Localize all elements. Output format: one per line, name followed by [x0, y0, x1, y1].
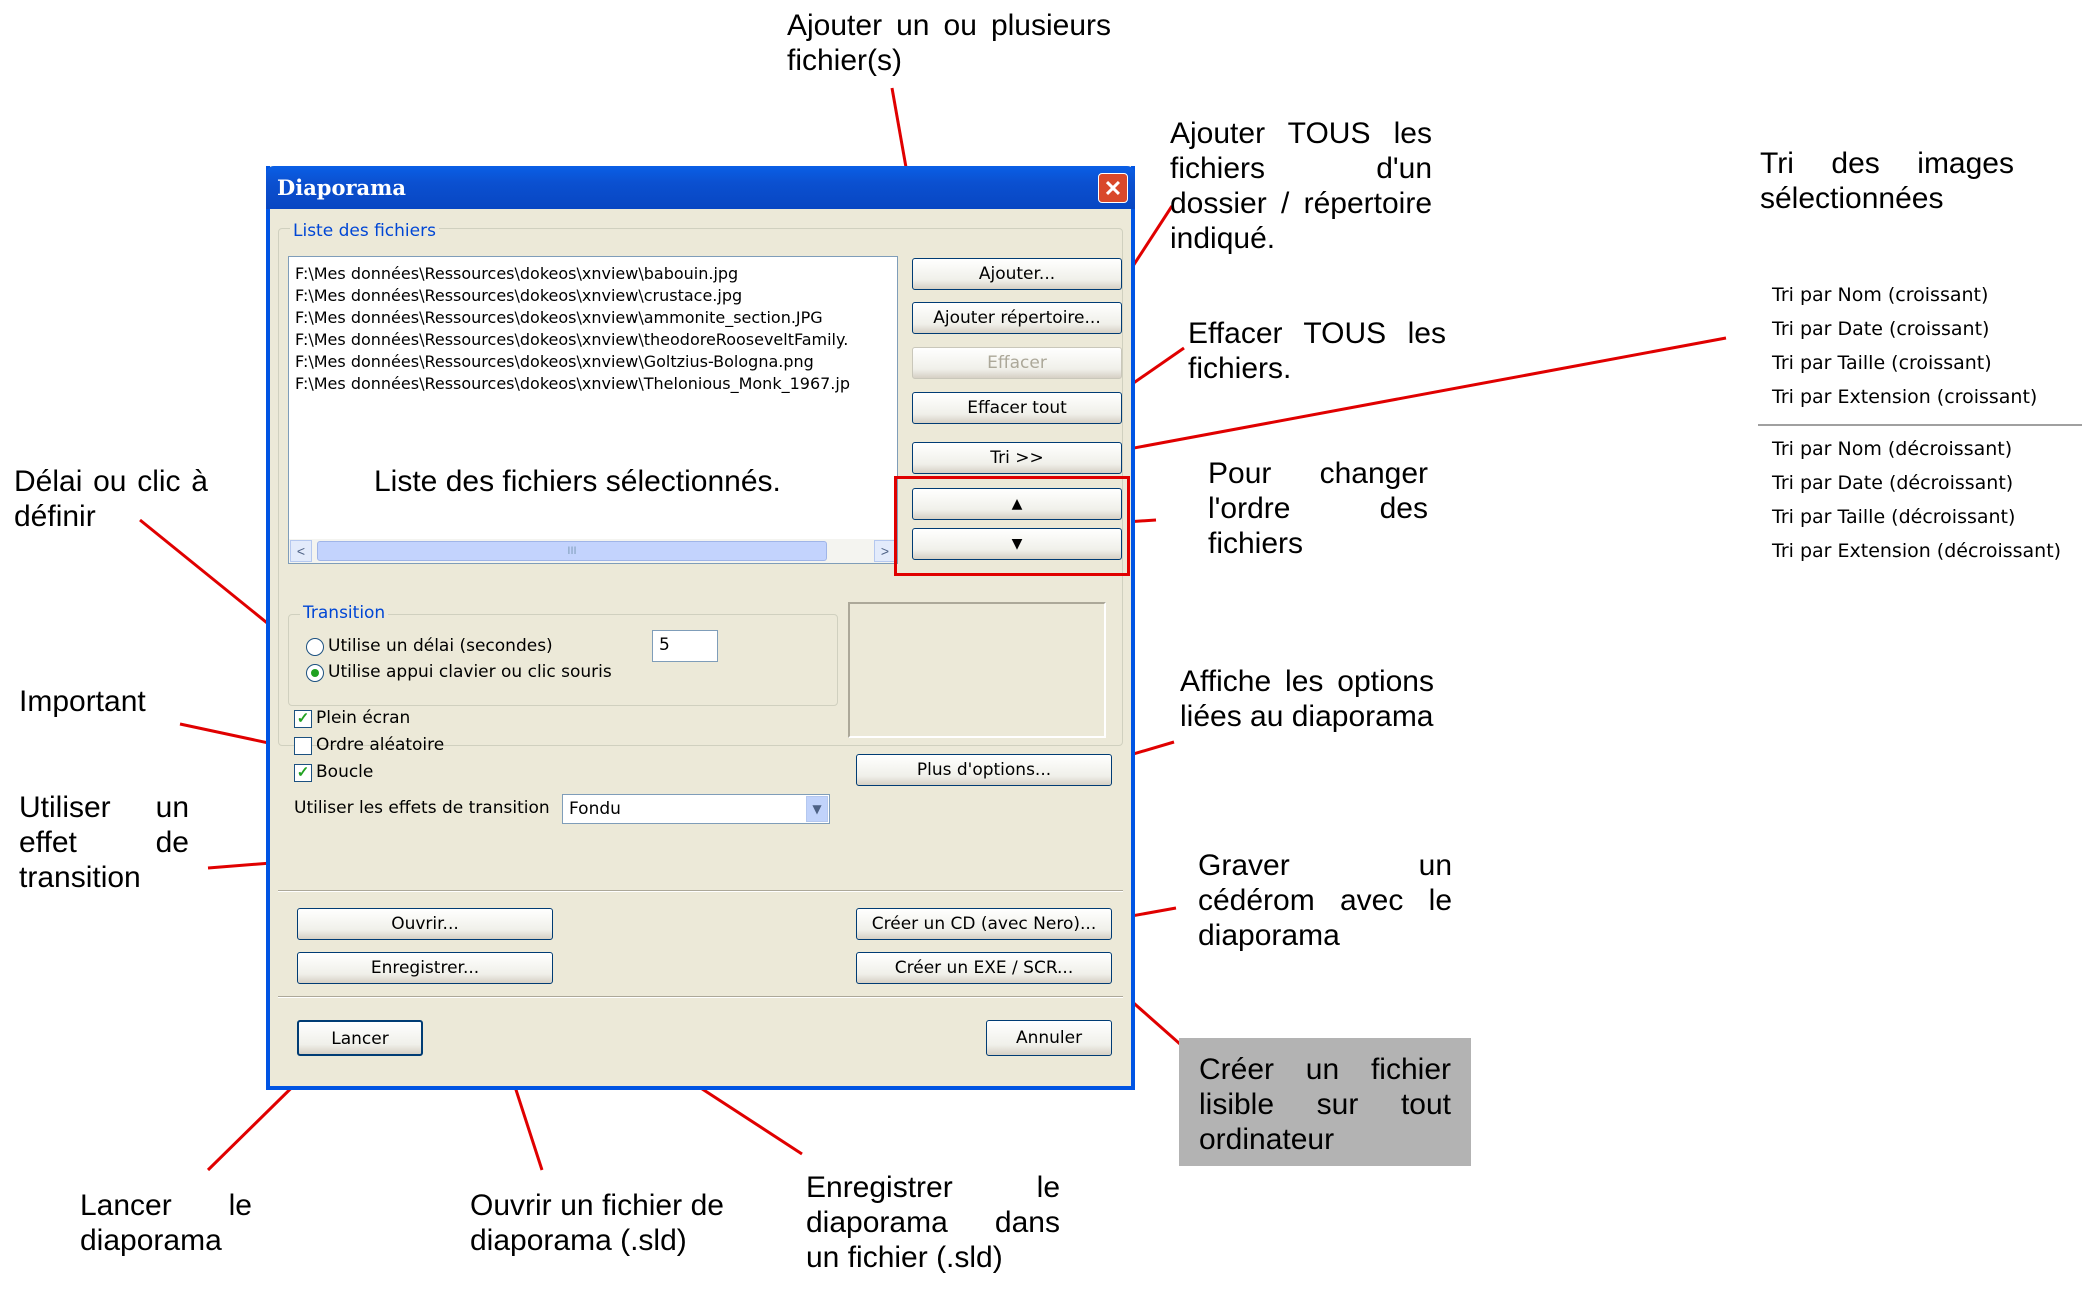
- annotation-delay: Délai ou clic à définir: [14, 465, 208, 533]
- sort-menu-item[interactable]: Tri par Date (décroissant): [1772, 472, 2013, 494]
- list-item[interactable]: F:\Mes données\Ressources\dokeos\xnview\…: [295, 329, 848, 351]
- list-item[interactable]: F:\Mes données\Ressources\dokeos\xnview\…: [295, 351, 814, 373]
- delete-button[interactable]: Effacer: [912, 347, 1122, 379]
- title-bar: Diaporama ✕: [266, 166, 1135, 209]
- add-button[interactable]: Ajouter...: [912, 258, 1122, 290]
- annotation-important: Important: [19, 685, 146, 718]
- scroll-thumb[interactable]: III: [317, 541, 827, 561]
- transition-group-label: Transition: [300, 603, 389, 623]
- annotation-effect: Utiliser un effet de transition: [19, 791, 189, 894]
- effects-select-value: Fondu: [569, 799, 621, 819]
- sort-menu-item[interactable]: Tri par Extension (croissant): [1772, 386, 2037, 408]
- files-group-label: Liste des fichiers: [290, 221, 439, 241]
- annotation-open: Ouvrir un fichier de diaporama (.sld): [470, 1189, 724, 1257]
- more-options-button[interactable]: Plus d'options...: [856, 754, 1112, 786]
- delay-radio-label: Utilise un délai (secondes): [328, 636, 553, 656]
- save-button[interactable]: Enregistrer...: [297, 952, 553, 984]
- annotation-burn: Graver un cédérom avec le diaporama: [1198, 849, 1452, 952]
- preview-panel: [848, 602, 1106, 738]
- burn-cd-button[interactable]: Créer un CD (avec Nero)...: [856, 908, 1112, 940]
- add-directory-button[interactable]: Ajouter répertoire...: [912, 302, 1122, 334]
- slideshow-dialog: Diaporama ✕ Liste des fichiers F:\Mes do…: [266, 166, 1135, 1090]
- loop-label: Boucle: [316, 762, 374, 782]
- delay-seconds-input[interactable]: 5: [652, 630, 718, 662]
- sort-button[interactable]: Tri >>: [912, 442, 1122, 474]
- key-click-radio[interactable]: [306, 664, 324, 682]
- launch-button[interactable]: Lancer: [297, 1020, 423, 1056]
- list-item[interactable]: F:\Mes données\Ressources\dokeos\xnview\…: [295, 307, 823, 329]
- sort-menu-item[interactable]: Tri par Extension (décroissant): [1772, 540, 2061, 562]
- horizontal-scrollbar[interactable]: < III >: [289, 539, 897, 563]
- open-button[interactable]: Ouvrir...: [297, 908, 553, 940]
- scroll-right-icon[interactable]: >: [874, 540, 896, 562]
- annotation-options: Affiche les options liées au diaporama: [1180, 665, 1434, 733]
- list-item[interactable]: F:\Mes données\Ressources\dokeos\xnview\…: [295, 263, 738, 285]
- annotation-exe: Créer un fichier lisible sur tout ordina…: [1179, 1038, 1471, 1166]
- key-click-radio-label: Utilise appui clavier ou clic souris: [328, 662, 612, 682]
- fullscreen-checkbox[interactable]: ✓: [294, 710, 312, 728]
- sort-menu-item[interactable]: Tri par Nom (croissant): [1772, 284, 1988, 306]
- annotation-change-order: Pour changer l'ordre des fichiers: [1208, 457, 1428, 560]
- annotation-list: Liste des fichiers sélectionnés.: [374, 465, 781, 498]
- annotation-add-one: Ajouter un ou plusieurs fichier(s): [787, 9, 1111, 77]
- sort-menu-item[interactable]: Tri par Nom (décroissant): [1772, 438, 2012, 460]
- sort-menu-item[interactable]: Tri par Date (croissant): [1772, 318, 1989, 340]
- annotation-delete-all: Effacer TOUS les fichiers.: [1188, 317, 1446, 385]
- random-order-label: Ordre aléatoire: [316, 735, 445, 755]
- fullscreen-label: Plein écran: [316, 708, 411, 728]
- sort-menu-separator: [1758, 424, 2082, 426]
- list-item[interactable]: F:\Mes données\Ressources\dokeos\xnview\…: [295, 285, 742, 307]
- order-buttons-highlight: [894, 476, 1130, 576]
- cancel-button[interactable]: Annuler: [986, 1020, 1112, 1056]
- annotation-add-all: Ajouter TOUS les fichiers d'un dossier /…: [1170, 117, 1432, 255]
- delay-radio[interactable]: [306, 638, 324, 656]
- annotation-save: Enregistrer le diaporama dans un fichier…: [806, 1171, 1060, 1274]
- annotation-launch: Lancer le diaporama: [80, 1189, 252, 1257]
- list-item[interactable]: F:\Mes données\Ressources\dokeos\xnview\…: [295, 373, 850, 395]
- scroll-grip-icon: III: [567, 545, 577, 557]
- delete-all-button[interactable]: Effacer tout: [912, 392, 1122, 424]
- file-list[interactable]: F:\Mes données\Ressources\dokeos\xnview\…: [288, 256, 898, 564]
- sort-menu-item[interactable]: Tri par Taille (croissant): [1772, 352, 1992, 374]
- effects-select[interactable]: Fondu ▼: [562, 794, 830, 824]
- loop-checkbox[interactable]: ✓: [294, 764, 312, 782]
- close-icon[interactable]: ✕: [1098, 173, 1128, 203]
- dialog-title: Diaporama: [277, 175, 406, 200]
- transition-group: [288, 614, 838, 706]
- separator: [278, 996, 1123, 998]
- chevron-down-icon[interactable]: ▼: [806, 796, 828, 822]
- random-order-checkbox[interactable]: [294, 737, 312, 755]
- create-exe-button[interactable]: Créer un EXE / SCR...: [856, 952, 1112, 984]
- effects-label: Utiliser les effets de transition: [294, 798, 550, 818]
- scroll-left-icon[interactable]: <: [290, 540, 312, 562]
- separator: [278, 890, 1123, 892]
- annotation-sort-images: Tri des images sélectionnées: [1760, 147, 2014, 215]
- sort-menu-item[interactable]: Tri par Taille (décroissant): [1772, 506, 2015, 528]
